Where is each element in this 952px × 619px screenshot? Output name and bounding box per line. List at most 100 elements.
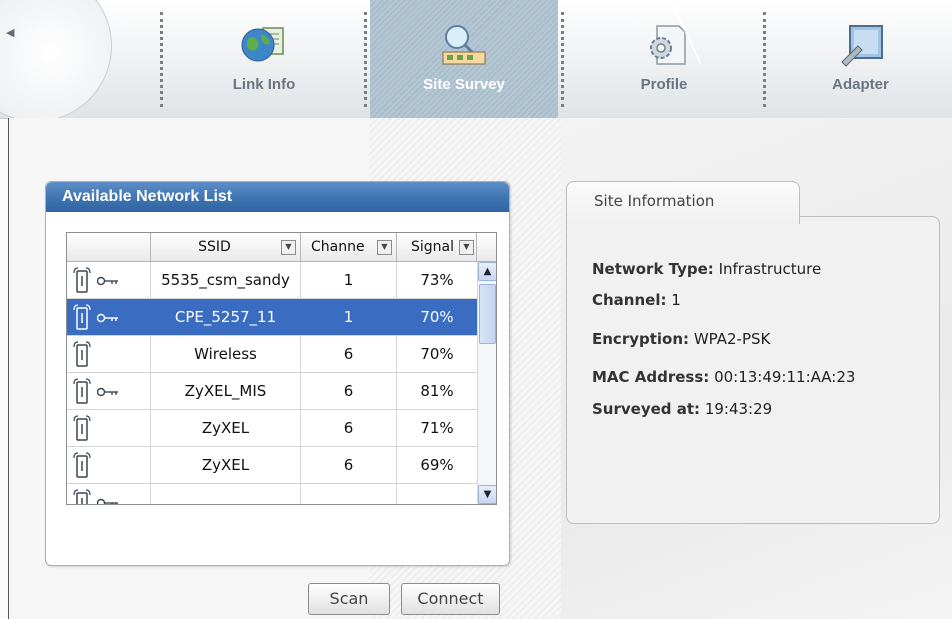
surveyed-at-line: Surveyed at: 19:43:29	[592, 400, 772, 418]
channel-label: Channel:	[592, 291, 667, 309]
access-point-icon	[73, 489, 91, 504]
channel-cell: 1	[301, 299, 397, 335]
row-icons-cell	[67, 410, 151, 446]
table-row[interactable]: ZyXEL 6 69%	[67, 447, 477, 484]
encryption-line: Encryption: WPA2-PSK	[592, 330, 770, 348]
table-row[interactable]: ZyXEL 6 71%	[67, 410, 477, 447]
adapter-tool-icon	[840, 25, 883, 67]
encryption-label: Encryption:	[592, 330, 690, 348]
network-type-label: Network Type:	[592, 260, 714, 278]
nav-separator	[763, 12, 766, 107]
mac-address-label: MAC Address:	[592, 368, 710, 386]
key-icon	[97, 313, 118, 323]
ssid-cell: ZyXEL	[151, 447, 301, 483]
channel-value: 1	[671, 291, 681, 309]
connect-button[interactable]: Connect	[401, 583, 500, 615]
channel-cell: 6	[301, 373, 397, 409]
signal-cell: 69%	[420, 456, 454, 474]
channel-cell: 6	[301, 410, 397, 446]
channel-cell: 6	[301, 336, 397, 372]
access-point-icon	[73, 304, 91, 330]
signal-cell	[397, 484, 477, 504]
column-header-icon[interactable]	[67, 233, 151, 261]
row-icons-cell	[67, 262, 151, 298]
table-header: SSID ▼ Channe ▼ Signal ▼	[67, 233, 496, 262]
tab-site-survey[interactable]: Site Survey	[370, 0, 558, 118]
access-point-icon	[73, 267, 91, 293]
nav-separator	[364, 12, 367, 107]
scan-button[interactable]: Scan	[308, 583, 390, 615]
access-point-icon	[73, 415, 91, 441]
channel-cell: 6	[301, 447, 397, 483]
signal-cell: 71%	[420, 419, 454, 437]
table-row[interactable]	[67, 484, 477, 504]
table-row[interactable]: ZyXEL_MIS 6 81%	[67, 373, 477, 410]
network-search-icon	[442, 25, 486, 65]
signal-cell: 70%	[420, 345, 454, 363]
signal-cell: 73%	[420, 271, 454, 289]
channel-cell: 1	[301, 262, 397, 298]
column-header-label: SSID	[198, 239, 231, 255]
ssid-cell: Wireless	[151, 336, 301, 372]
table-row[interactable]: Wireless 6 70%	[67, 336, 477, 373]
network-type-line: Network Type: Infrastructure	[592, 260, 821, 278]
globe-document-icon	[241, 27, 284, 62]
scroll-up-button[interactable]: ▲	[478, 262, 496, 281]
table-row[interactable]: 5535_csm_sandy 1 73%	[67, 262, 477, 299]
access-point-icon	[73, 452, 91, 478]
tab-adapter[interactable]: Adapter	[769, 0, 952, 118]
filter-dropdown-icon[interactable]: ▼	[281, 240, 296, 255]
tab-link-info[interactable]: Link Info	[166, 0, 362, 118]
column-header-ssid[interactable]: SSID ▼	[151, 233, 301, 261]
ssid-cell: ZyXEL_MIS	[151, 373, 301, 409]
row-icons-cell	[67, 373, 151, 409]
column-header-label: Signal	[411, 239, 455, 255]
access-point-icon	[73, 341, 91, 367]
key-icon	[97, 498, 118, 504]
channel-cell	[301, 484, 397, 504]
surveyed-at-label: Surveyed at:	[592, 400, 701, 418]
gear-document-icon	[650, 25, 686, 65]
filter-dropdown-icon[interactable]: ▼	[377, 240, 392, 255]
column-header-signal[interactable]: Signal ▼	[397, 233, 477, 261]
row-icons-cell	[67, 336, 151, 372]
signal-cell: 70%	[420, 308, 454, 326]
ssid-cell	[151, 484, 301, 504]
top-navigation-bar: ◀ Link Info Site Survey Profile Adapter	[0, 0, 952, 122]
ssid-cell: ZyXEL	[151, 410, 301, 446]
key-icon	[97, 387, 118, 397]
panel-title: Available Network List	[46, 182, 509, 212]
row-icons-cell	[67, 484, 151, 504]
channel-line: Channel: 1	[592, 291, 681, 309]
mac-address-value: 00:13:49:11:AA:23	[714, 368, 856, 386]
column-header-channel[interactable]: Channe ▼	[301, 233, 397, 261]
encryption-value: WPA2-PSK	[693, 330, 771, 348]
nav-separator	[160, 12, 163, 107]
row-icons-cell	[67, 299, 151, 335]
row-icons-cell	[67, 447, 151, 483]
scroll-down-button[interactable]: ▼	[478, 485, 496, 504]
signal-cell: 81%	[420, 382, 454, 400]
key-icon	[97, 276, 118, 286]
mac-address-line: MAC Address: 00:13:49:11:AA:23	[592, 368, 855, 386]
scroll-thumb[interactable]	[479, 284, 496, 344]
nav-logo-arc	[0, 0, 112, 122]
tab-label: Adapter	[832, 76, 889, 93]
available-network-panel: Available Network List SSID ▼ Channe ▼ S…	[45, 181, 510, 615]
tab-label: Link Info	[232, 76, 296, 93]
surveyed-at-value: 19:43:29	[704, 400, 773, 418]
network-type-value: Infrastructure	[718, 260, 822, 278]
app-window: ◀ Link Info Site Survey Profile Adapter …	[0, 0, 952, 619]
table-row[interactable]: CPE_5257_11 1 70%	[67, 299, 477, 336]
network-rows: 5535_csm_sandy 1 73% CPE_5257_11 1 70% Wireles…	[67, 262, 477, 504]
tab-label: Site Survey	[423, 76, 505, 93]
tab-profile[interactable]: Profile	[567, 0, 761, 118]
back-arrow-icon[interactable]: ◀	[6, 26, 14, 39]
site-information-title: Site Information	[594, 192, 715, 210]
access-point-icon	[73, 378, 91, 404]
nav-separator	[561, 12, 564, 107]
ssid-cell: CPE_5257_11	[151, 299, 301, 335]
filter-dropdown-icon[interactable]: ▼	[459, 240, 474, 255]
vertical-scrollbar[interactable]: ▲ ▼	[477, 262, 496, 504]
ssid-cell: 5535_csm_sandy	[151, 262, 301, 298]
